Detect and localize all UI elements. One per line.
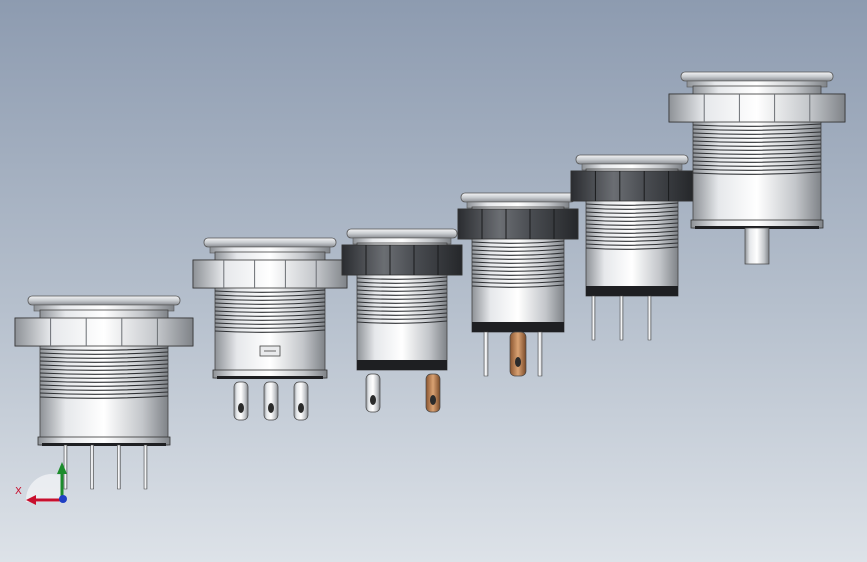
- axis-x-label: X: [15, 486, 22, 497]
- base-band: [42, 443, 166, 446]
- solder-lug: [425, 373, 441, 413]
- switch-5-dark-nut-3-pin[interactable]: [570, 154, 694, 341]
- terminal-pin: [90, 444, 94, 490]
- hex-nut-front: [457, 208, 579, 240]
- terminal-pin: [537, 331, 543, 377]
- solder-lug: [293, 381, 309, 421]
- lug-hole: [268, 403, 274, 413]
- base-band: [472, 322, 564, 332]
- switch-cap: [680, 71, 834, 82]
- solder-lug: [233, 381, 249, 421]
- switch-4-dark-nut-blade[interactable]: [457, 192, 579, 377]
- hex-nut-front: [14, 317, 194, 347]
- base-band: [217, 376, 323, 379]
- lug-hole: [370, 395, 376, 405]
- lug-hole: [238, 403, 244, 413]
- rear-plunger: [744, 227, 770, 265]
- cad-viewport[interactable]: X: [0, 0, 867, 562]
- axis-z-dot: [59, 495, 67, 503]
- switch-2-solder-lug-3-pin[interactable]: [192, 237, 348, 421]
- switch-6-large-flange-plunger[interactable]: [668, 71, 846, 265]
- switch-cap: [203, 237, 337, 248]
- lug-hole: [298, 403, 304, 413]
- hex-nut-front: [570, 170, 694, 202]
- hex-nut-front: [341, 244, 463, 276]
- terminal-pin: [619, 295, 624, 341]
- solder-lug: [365, 373, 381, 413]
- terminal-pin: [483, 331, 489, 377]
- switch-cap: [460, 192, 576, 203]
- switch-parts-group: [14, 71, 846, 490]
- switch-cap: [346, 228, 458, 239]
- lug-hole: [430, 395, 436, 405]
- terminal-pin: [63, 444, 68, 490]
- blade-terminal: [509, 331, 527, 377]
- cad-scene[interactable]: [0, 0, 867, 562]
- switch-3-dark-nut-2-lug[interactable]: [341, 228, 463, 413]
- base-band: [357, 360, 447, 370]
- terminal-pin: [647, 295, 652, 341]
- switch-cap: [575, 154, 689, 165]
- terminal-pin: [591, 295, 596, 341]
- switch-1-large-flange-4-pin[interactable]: [14, 295, 194, 490]
- axis-triad: [25, 462, 67, 505]
- terminal-pin: [143, 444, 148, 490]
- switch-cap: [27, 295, 181, 306]
- base-band: [586, 286, 678, 296]
- lug-hole: [515, 357, 521, 367]
- solder-lug: [263, 381, 279, 421]
- terminal-pin: [117, 444, 121, 490]
- hex-nut-front: [668, 93, 846, 123]
- hex-nut-front: [192, 259, 348, 289]
